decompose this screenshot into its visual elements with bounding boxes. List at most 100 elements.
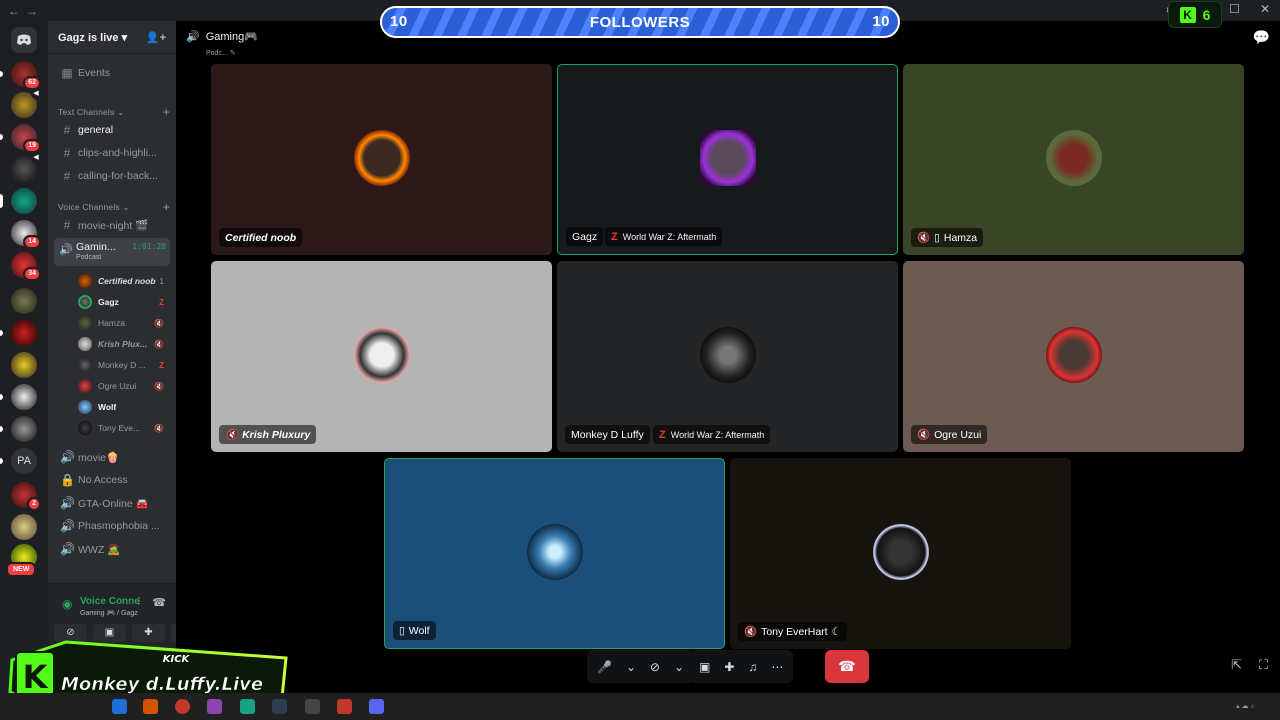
server-icon[interactable]: ◀ — [11, 153, 41, 182]
avatar — [78, 337, 92, 351]
maximize-icon[interactable]: ☐ — [1229, 2, 1240, 16]
soundboard-button[interactable]: ♫ — [748, 660, 757, 674]
server-icon[interactable]: 34 — [11, 252, 41, 281]
microphone-button[interactable]: 🎤 — [597, 660, 612, 674]
server-icon[interactable] — [11, 514, 37, 540]
activity-controls: ▣ ✚ ♫ ⋯ — [689, 650, 794, 683]
system-tray[interactable]: ▴ ☁ ♪ — [1236, 702, 1254, 710]
channel-no-access[interactable]: 🔒 No Access — [54, 470, 170, 490]
channel-wwz[interactable]: 🔊 WWZ 🧟 — [54, 539, 170, 559]
discord-home-button[interactable] — [11, 27, 37, 53]
participant-tile[interactable]: 🔇 Ogre Uzui — [903, 261, 1244, 452]
hash-icon: # — [63, 146, 71, 160]
server-icon[interactable]: 62 — [0, 61, 41, 90]
participant-tile[interactable]: Monkey D Luffy Z World War Z: Aftermath — [557, 261, 898, 452]
server-icon[interactable] — [0, 384, 37, 410]
disconnect-button[interactable]: ☎ — [825, 650, 869, 683]
add-channel-icon[interactable]: + — [163, 200, 170, 214]
followers-label: FOLLOWERS — [589, 13, 691, 31]
channel-phasmophobia[interactable]: 🔊 Phasmophobia ... — [54, 516, 170, 536]
voice-channels-category[interactable]: Voice Channels ⌄ + — [58, 200, 170, 214]
add-channel-icon[interactable]: + — [163, 105, 170, 119]
taskbar-app-icon[interactable] — [337, 699, 352, 714]
voice-channel-gaming[interactable]: 🔊 Gamin... Podcast 1:01:28 — [54, 238, 170, 266]
speaker-icon: ◀ — [31, 89, 41, 99]
server-header[interactable]: Gagz is live ▾ 👤+ — [48, 21, 176, 54]
server-icon-pa[interactable]: PA — [0, 448, 37, 474]
server-icon[interactable] — [11, 288, 37, 314]
fullscreen-icon[interactable]: ⛶ — [1259, 657, 1268, 673]
voice-member[interactable]: Tony Eve... 🔇 — [78, 419, 168, 437]
camera-off-button[interactable]: ⊘ — [650, 660, 660, 674]
taskbar-app-icon[interactable] — [143, 699, 158, 714]
chat-icon[interactable]: 💬 — [1253, 29, 1270, 46]
server-icon[interactable]: 19 — [0, 124, 41, 153]
voice-member[interactable]: Wolf — [78, 398, 168, 416]
channel-calling[interactable]: # calling-for-back... — [54, 166, 170, 186]
server-icon[interactable]: ◀ — [11, 89, 41, 118]
taskbar-app-icon[interactable] — [207, 699, 222, 714]
audio-video-controls: 🎤 ⌄ ⊘ ⌄ — [587, 650, 695, 683]
taskbar-app-icon[interactable] — [369, 699, 384, 714]
channel-status[interactable]: Podc... ✎ — [206, 49, 236, 57]
participant-tile[interactable]: 🔇 Krish Pluxury — [211, 261, 552, 452]
channel-gta-online[interactable]: 🔊 GTA-Online 🚘 — [54, 493, 170, 513]
server-icon[interactable]: 14 — [11, 220, 41, 249]
participant-name: Certified noob — [219, 228, 303, 247]
hash-icon: # — [63, 169, 71, 183]
voice-member[interactable]: Hamza 🔇 — [78, 314, 168, 332]
invite-icon[interactable]: 👤+ — [146, 31, 166, 44]
popout-icon[interactable]: ⇱ — [1231, 657, 1242, 673]
category-label: Voice Channels ⌄ — [58, 202, 130, 212]
kick-viewer-badge: K 6 — [1168, 1, 1222, 28]
taskbar-app-icon[interactable] — [112, 699, 127, 714]
voice-member[interactable]: Krish Plux... 🔇 — [78, 335, 168, 353]
participant-tile[interactable]: Gagz Z World War Z: Aftermath — [557, 64, 898, 255]
text-channels-category[interactable]: Text Channels ⌄ + — [58, 105, 170, 119]
taskbar-app-icon[interactable] — [305, 699, 320, 714]
voice-timer: 1:01:28 — [132, 242, 166, 251]
participant-tile[interactable]: 🔇 ▯ Hamza — [903, 64, 1244, 255]
disconnect-icon[interactable]: ☎ — [152, 596, 166, 609]
signal-icon[interactable]: ◉ — [62, 597, 72, 611]
participant-tile[interactable]: ▯ Wolf — [384, 458, 725, 649]
taskbar-app-icon[interactable] — [175, 699, 190, 714]
back-arrow-icon[interactable]: ← — [8, 4, 26, 18]
server-icon[interactable]: 2 — [11, 482, 41, 511]
followers-goal: 10 — [872, 13, 890, 30]
voice-member[interactable]: Gagz Z — [78, 293, 168, 311]
server-icon[interactable] — [11, 352, 37, 378]
channel-movie-night[interactable]: # movie-night 🎬 — [54, 215, 170, 235]
channel-movie[interactable]: 🔊 movie🍿 — [54, 447, 170, 467]
participant-tile[interactable]: 🔇 Tony EverHart ☾ — [730, 458, 1071, 649]
channel-general[interactable]: # general — [54, 120, 170, 140]
events-item[interactable]: ▦ Events — [54, 63, 170, 83]
member-name: Gagz — [98, 297, 119, 307]
participant-name: Hamza — [943, 231, 978, 244]
more-options-button[interactable]: ⋯ — [771, 660, 783, 674]
participant-tile[interactable]: Certified noob — [211, 64, 552, 255]
deafened-icon: 🔇 — [744, 626, 758, 638]
taskbar-app-icon[interactable] — [272, 699, 287, 714]
screen-share-button[interactable]: ▣ — [699, 660, 710, 674]
close-icon[interactable]: ✕ — [1260, 2, 1270, 16]
voice-member[interactable]: Ogre Uzui 🔇 — [78, 377, 168, 395]
server-icon[interactable] — [0, 188, 37, 214]
avatar — [526, 523, 583, 580]
taskbar-app-icon[interactable] — [240, 699, 255, 714]
channel-clips[interactable]: # clips-and-highli... — [54, 143, 170, 163]
deafened-icon: 🔇 — [225, 429, 239, 441]
activities-button[interactable]: ✚ — [724, 660, 734, 674]
voice-member[interactable]: Certified noob 1 — [78, 272, 168, 290]
noise-suppression-icon[interactable]: ⫶ — [138, 596, 141, 609]
mobile-icon: ▯ — [399, 624, 405, 637]
server-icon[interactable] — [0, 320, 37, 346]
participant-name: Wolf — [408, 624, 430, 637]
avatar — [78, 274, 92, 288]
server-icon[interactable] — [0, 416, 37, 442]
chevron-down-icon[interactable]: ⌄ — [626, 660, 636, 674]
chevron-down-icon[interactable]: ⌄ — [674, 660, 684, 674]
forward-arrow-icon[interactable]: → — [26, 4, 44, 18]
voice-location[interactable]: Gaming 🎮 / Gagz ... — [80, 609, 140, 617]
voice-member[interactable]: Monkey D ... Z — [78, 356, 168, 374]
